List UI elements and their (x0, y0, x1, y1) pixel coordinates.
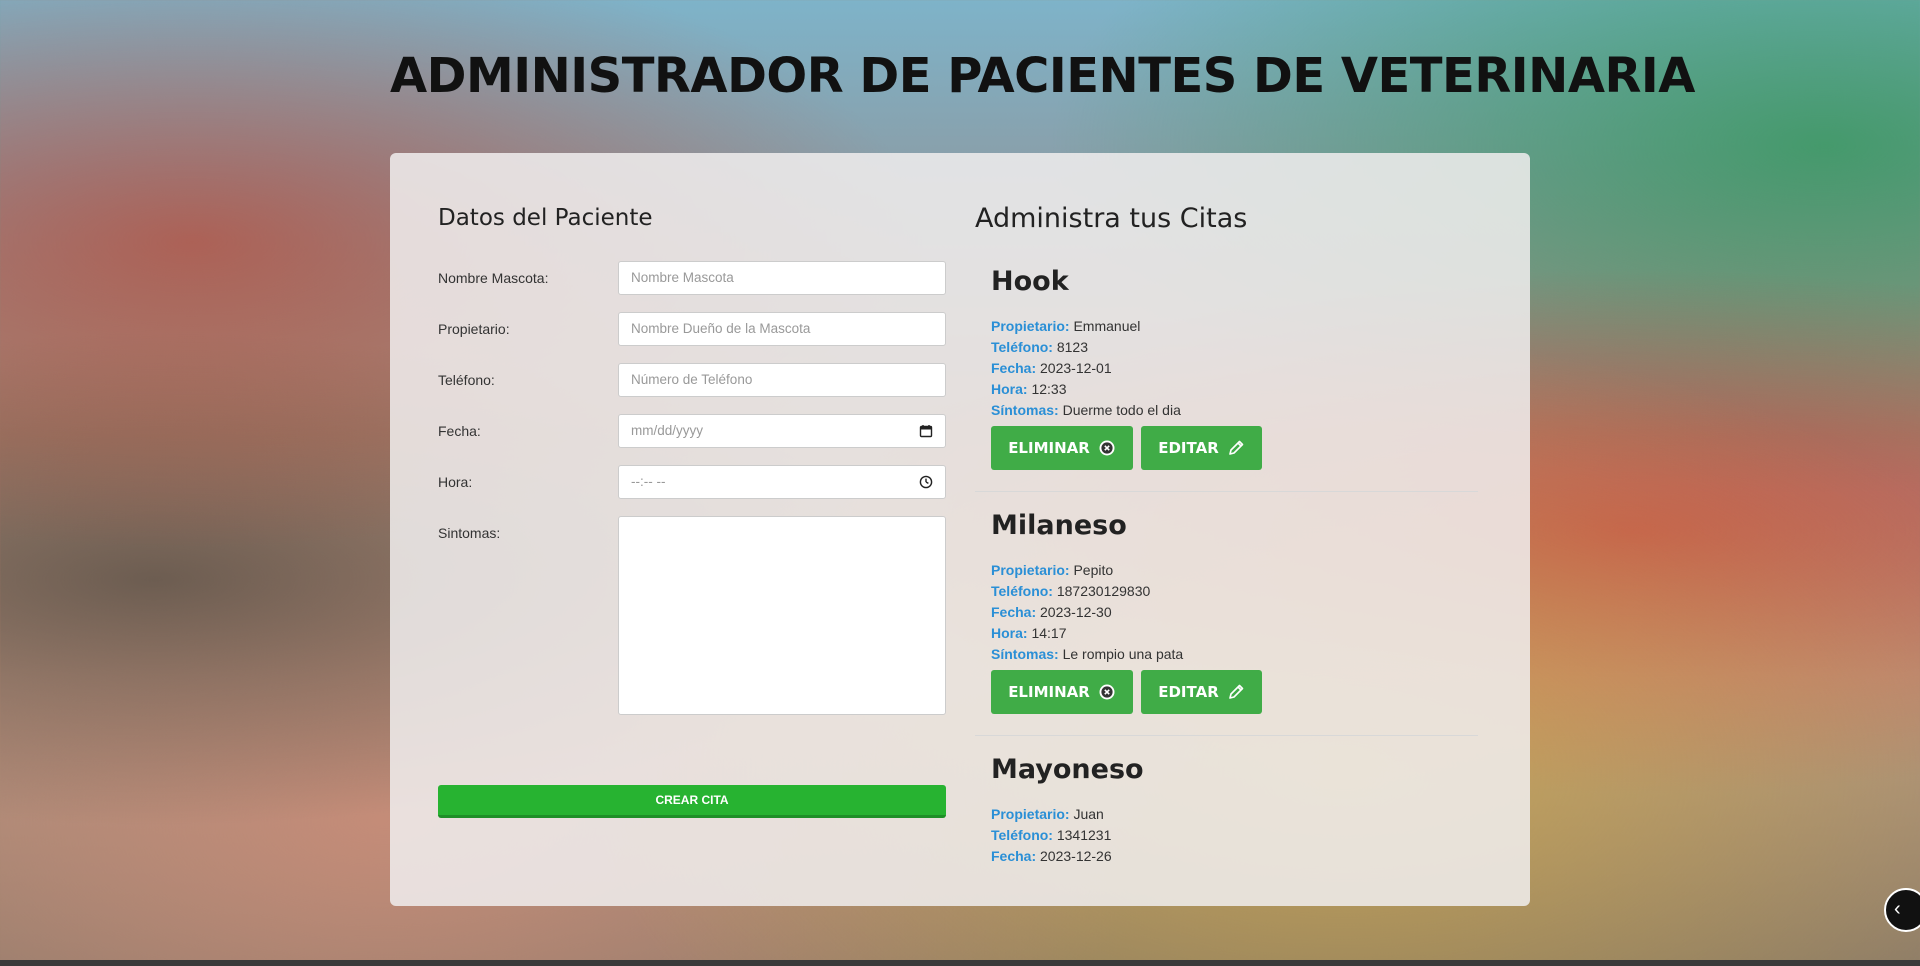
create-appointment-button[interactable]: CREAR CITA (438, 785, 946, 818)
date-value: 2023-12-30 (1040, 604, 1112, 620)
edit-button[interactable]: EDITAR (1141, 670, 1262, 714)
owner-row: Propietario: Nombre Dueño de la Mascota (438, 312, 946, 346)
delete-label: ELIMINAR (1008, 683, 1090, 701)
owner-key: Propietario: (991, 806, 1070, 822)
delete-button[interactable]: ELIMINAR (991, 426, 1133, 470)
appointment-card: Mayoneso Propietario: Juan Teléfono: 134… (975, 736, 1478, 863)
time-input[interactable]: --:-- -- (618, 465, 946, 499)
symptoms-value: Le rompio una pata (1062, 646, 1184, 662)
appointment-pet-name: Milaneso (991, 510, 1127, 541)
phone-value: 187230129830 (1056, 583, 1151, 599)
pencil-icon (1228, 440, 1244, 455)
date-input[interactable]: mm/dd/yyyy (618, 414, 946, 448)
appointment-owner: Propietario: Juan (991, 806, 1104, 822)
delete-label: ELIMINAR (1008, 439, 1090, 457)
time-value: 12:33 (1031, 381, 1067, 397)
appointment-time: Hora: 12:33 (991, 381, 1067, 397)
page-title: ADMINISTRADOR DE PACIENTES DE VETERINARI… (390, 48, 1695, 104)
page-bottom-strip (0, 960, 1920, 966)
appointment-phone: Teléfono: 8123 (991, 339, 1088, 355)
edit-label: EDITAR (1158, 683, 1219, 701)
x-circle-icon (1099, 440, 1115, 456)
owner-input[interactable]: Nombre Dueño de la Mascota (618, 312, 946, 346)
appointment-time: Hora: 14:17 (991, 625, 1067, 641)
time-placeholder: --:-- -- (631, 474, 666, 489)
appointment-owner: Propietario: Pepito (991, 562, 1113, 578)
phone-input[interactable]: Número de Teléfono (618, 363, 946, 397)
owner-value: Juan (1073, 806, 1104, 822)
symptoms-label: Sintomas: (438, 525, 501, 541)
pet-name-label: Nombre Mascota: (438, 270, 549, 286)
phone-key: Teléfono: (991, 339, 1053, 355)
time-key: Hora: (991, 381, 1028, 397)
owner-value: Pepito (1073, 562, 1114, 578)
phone-key: Teléfono: (991, 583, 1053, 599)
appointment-owner: Propietario: Emmanuel (991, 318, 1140, 334)
date-key: Fecha: (991, 360, 1037, 376)
patient-form: Datos del Paciente Nombre Mascota: Nombr… (438, 205, 946, 818)
pet-name-input[interactable]: Nombre Mascota (618, 261, 946, 295)
appointment-pet-name: Hook (991, 266, 1069, 297)
owner-label: Propietario: (438, 321, 510, 337)
symptoms-textarea[interactable] (618, 516, 946, 715)
appointment-pet-name: Mayoneso (991, 754, 1144, 785)
appointment-symptoms: Síntomas: Duerme todo el dia (991, 402, 1181, 418)
form-title: Datos del Paciente (438, 205, 653, 231)
symptoms-row: Sintomas: (438, 516, 946, 715)
owner-key: Propietario: (991, 562, 1070, 578)
appointment-card: Milaneso Propietario: Pepito Teléfono: 1… (975, 492, 1478, 736)
side-chevron-left-icon[interactable]: ‹ (1884, 888, 1920, 932)
appointment-symptoms: Síntomas: Le rompio una pata (991, 646, 1183, 662)
date-value: 2023-12-01 (1040, 360, 1112, 376)
appointment-phone: Teléfono: 187230129830 (991, 583, 1150, 599)
appointment-date: Fecha: 2023-12-26 (991, 848, 1112, 863)
appointment-date: Fecha: 2023-12-30 (991, 604, 1112, 620)
edit-button[interactable]: EDITAR (1141, 426, 1262, 470)
appointment-date: Fecha: 2023-12-01 (991, 360, 1112, 376)
owner-value: Emmanuel (1073, 318, 1141, 334)
phone-row: Teléfono: Número de Teléfono (438, 363, 946, 397)
clock-icon[interactable] (919, 475, 933, 489)
date-row: Fecha: mm/dd/yyyy (438, 414, 946, 448)
time-value: 14:17 (1031, 625, 1067, 641)
calendar-icon[interactable] (919, 424, 933, 438)
time-key: Hora: (991, 625, 1028, 641)
date-value: 2023-12-26 (1040, 848, 1112, 863)
delete-button[interactable]: ELIMINAR (991, 670, 1133, 714)
time-row: Hora: --:-- -- (438, 465, 946, 499)
pencil-icon (1228, 684, 1244, 699)
time-label: Hora: (438, 474, 473, 490)
phone-label: Teléfono: (438, 372, 495, 388)
date-label: Fecha: (438, 423, 481, 439)
symptoms-value: Duerme todo el dia (1062, 402, 1181, 418)
date-key: Fecha: (991, 848, 1037, 863)
x-circle-icon (1099, 684, 1115, 700)
date-key: Fecha: (991, 604, 1037, 620)
edit-label: EDITAR (1158, 439, 1219, 457)
phone-key: Teléfono: (991, 827, 1053, 843)
appointments-title: Administra tus Citas (975, 203, 1248, 234)
symptoms-key: Síntomas: (991, 402, 1059, 418)
main-card: Datos del Paciente Nombre Mascota: Nombr… (390, 153, 1530, 906)
phone-value: 1341231 (1056, 827, 1112, 843)
pet-name-row: Nombre Mascota: Nombre Mascota (438, 261, 946, 295)
appointments-list[interactable]: Administra tus Citas Hook Propietario: E… (975, 203, 1478, 863)
phone-value: 8123 (1056, 339, 1089, 355)
date-placeholder: mm/dd/yyyy (631, 423, 704, 438)
appointment-phone: Teléfono: 1341231 (991, 827, 1111, 843)
symptoms-key: Síntomas: (991, 646, 1059, 662)
appointment-card: Hook Propietario: Emmanuel Teléfono: 812… (975, 248, 1478, 492)
owner-key: Propietario: (991, 318, 1070, 334)
